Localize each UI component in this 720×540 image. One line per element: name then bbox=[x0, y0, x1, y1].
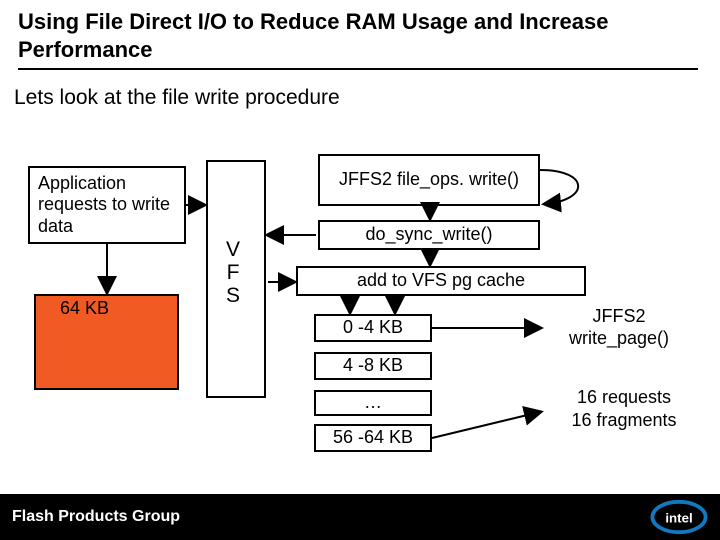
footer-bar: Flash Products Group bbox=[0, 494, 720, 540]
slide-subtitle: Lets look at the file write procedure bbox=[14, 86, 340, 110]
vfs-s: S bbox=[226, 284, 240, 307]
vfs-cache-box: add to VFS pg cache bbox=[296, 266, 586, 296]
slide: Using File Direct I/O to Reduce RAM Usag… bbox=[0, 0, 720, 540]
segment-0: 0 -4 KB bbox=[314, 314, 432, 342]
fragments-line-1: 16 requests bbox=[544, 386, 704, 409]
intel-logo-icon: intel bbox=[650, 498, 708, 536]
segment-3: 56 -64 KB bbox=[314, 424, 432, 452]
segment-1: 4 -8 KB bbox=[314, 352, 432, 380]
footer-text: Flash Products Group bbox=[12, 508, 180, 526]
title-underline bbox=[18, 68, 698, 70]
vfs-v: V bbox=[226, 238, 240, 261]
svg-text:intel: intel bbox=[665, 511, 692, 526]
buffer-label: 64 KB bbox=[60, 298, 109, 319]
jffs-write-page-box: JFFS2 write_page() bbox=[544, 304, 694, 352]
application-box: Application requests to write data bbox=[28, 166, 186, 244]
vfs-f: F bbox=[226, 261, 240, 284]
vfs-label: V F S bbox=[226, 238, 240, 307]
fragments-label: 16 requests 16 fragments bbox=[544, 386, 704, 433]
jffs-fileops-box: JFFS2 file_ops. write() bbox=[318, 154, 540, 206]
segment-ellipsis: … bbox=[314, 390, 432, 416]
slide-title: Using File Direct I/O to Reduce RAM Usag… bbox=[18, 8, 698, 63]
do-sync-write-box: do_sync_write() bbox=[318, 220, 540, 250]
fragments-line-2: 16 fragments bbox=[544, 409, 704, 432]
